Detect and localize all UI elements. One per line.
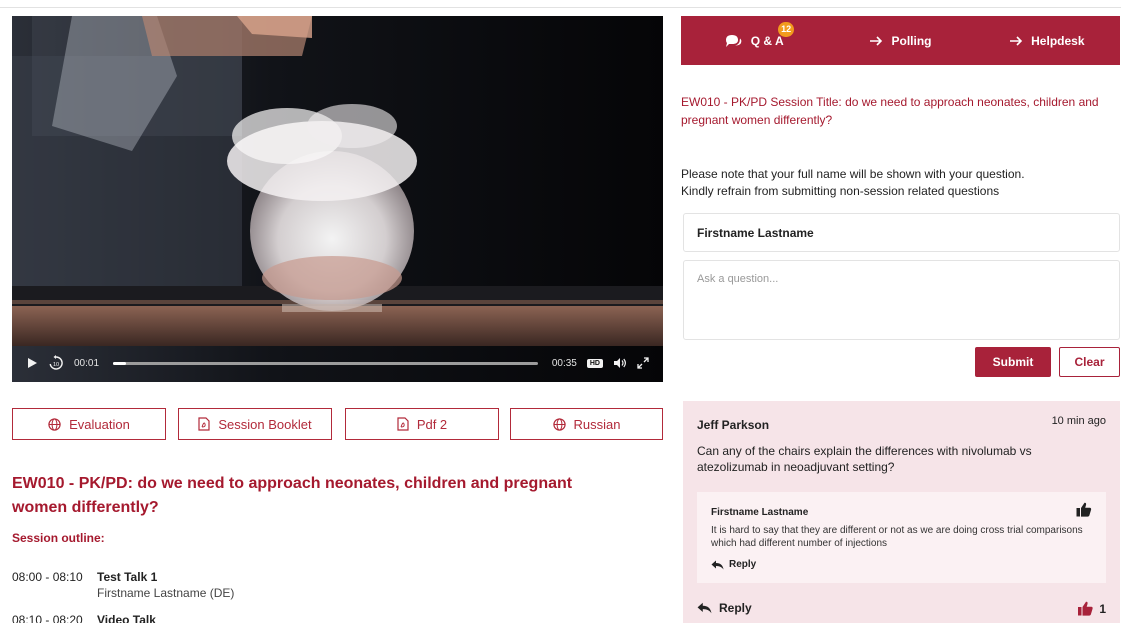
rewind-10-icon[interactable]: 10 xyxy=(48,355,64,371)
video-controls: 10 00:01 00:35 HD xyxy=(12,344,663,382)
qa-tab-bar: Q & A 12 Polling Helpdesk xyxy=(681,16,1120,65)
evaluation-label: Evaluation xyxy=(69,416,130,432)
answer-text: It is hard to say that they are differen… xyxy=(711,525,1083,549)
chat-bubbles-icon xyxy=(725,34,742,47)
video-frame xyxy=(12,16,663,382)
qa-note-line: Kindly refrain from submitting non-sessi… xyxy=(681,184,1000,198)
question-author: Jeff Parkson xyxy=(697,418,770,432)
submit-button[interactable]: Submit xyxy=(975,347,1051,377)
thumbs-up-icon[interactable] xyxy=(1076,502,1092,522)
top-divider xyxy=(0,7,1121,8)
answer-reply-label: Reply xyxy=(729,559,757,570)
current-time: 00:01 xyxy=(74,357,100,369)
arrow-right-icon xyxy=(870,35,883,46)
session-title: EW010 - PK/PD: do we need to approach ne… xyxy=(12,475,573,516)
qa-note: Please note that your full name will be … xyxy=(681,166,1111,200)
resource-buttons: Evaluation Session Booklet Pdf 2 Russian xyxy=(12,408,663,440)
question-card: Jeff Parkson 10 min ago Can any of the c… xyxy=(683,401,1120,623)
play-icon[interactable] xyxy=(26,357,38,369)
session-booklet-button[interactable]: Session Booklet xyxy=(178,408,332,440)
tab-polling-label: Polling xyxy=(891,33,932,48)
svg-text:10: 10 xyxy=(53,362,59,368)
session-booklet-label: Session Booklet xyxy=(218,416,312,432)
tab-polling[interactable]: Polling xyxy=(827,34,973,48)
arrow-right-icon xyxy=(1010,35,1023,46)
tab-helpdesk[interactable]: Helpdesk xyxy=(974,34,1120,48)
duration: 00:35 xyxy=(551,357,577,369)
video-player[interactable]: 10 00:01 00:35 HD xyxy=(12,16,663,382)
answer-card: Firstname Lastname It is hard to say tha… xyxy=(697,492,1106,583)
agenda-item: 08:00 - 08:10 Test Talk 1 Firstname Last… xyxy=(12,570,612,600)
pdf-icon xyxy=(397,417,409,431)
clear-button[interactable]: Clear xyxy=(1059,347,1120,377)
agenda-time: 08:10 - 08:20 xyxy=(12,613,83,623)
thumbs-up-icon xyxy=(1078,601,1093,616)
tab-qa-label: Q & A xyxy=(750,33,784,48)
russian-button[interactable]: Russian xyxy=(510,408,663,440)
question-reply-label: Reply xyxy=(719,601,752,615)
agenda-time: 08:00 - 08:10 xyxy=(12,570,83,584)
globe-icon xyxy=(552,417,566,431)
qa-note-line: Please note that your full name will be … xyxy=(681,167,1025,181)
agenda-title: Test Talk 1 xyxy=(97,570,158,584)
answer-author: Firstname Lastname xyxy=(711,507,809,518)
progress-fill xyxy=(113,361,126,365)
name-field[interactable] xyxy=(683,213,1120,252)
reply-icon xyxy=(711,560,724,569)
pdf-icon xyxy=(198,417,210,431)
agenda-item: 08:10 - 08:20 Video Talk xyxy=(12,613,612,623)
question-time: 10 min ago xyxy=(1051,415,1106,427)
globe-icon xyxy=(48,417,61,431)
volume-icon[interactable] xyxy=(613,357,627,369)
russian-label: Russian xyxy=(573,416,621,432)
question-like-button[interactable]: 1 xyxy=(1077,601,1106,616)
pdf-2-label: Pdf 2 xyxy=(416,416,448,432)
tab-helpdesk-label: Helpdesk xyxy=(1031,33,1085,48)
session-outline-label: Session outline: xyxy=(12,531,105,545)
question-input[interactable] xyxy=(683,260,1120,340)
tab-qa[interactable]: Q & A 12 xyxy=(681,21,827,48)
answer-reply-button[interactable]: Reply xyxy=(711,559,756,570)
reply-icon xyxy=(697,602,712,614)
question-reply-button[interactable]: Reply xyxy=(697,601,752,615)
agenda-title: Video Talk xyxy=(97,613,156,623)
qa-count-badge: 12 xyxy=(778,21,795,37)
pdf-2-button[interactable]: Pdf 2 xyxy=(345,408,499,440)
question-text: Can any of the chairs explain the differ… xyxy=(697,444,1032,474)
fullscreen-icon[interactable] xyxy=(637,357,649,369)
question-like-count: 1 xyxy=(1099,601,1106,616)
agenda-speaker: Firstname Lastname (DE) xyxy=(97,586,235,600)
hd-badge[interactable]: HD xyxy=(586,358,603,368)
qa-session-title: EW010 - PK/PD Session Title: do we need … xyxy=(681,95,1099,127)
evaluation-button[interactable]: Evaluation xyxy=(12,408,166,440)
progress-bar[interactable] xyxy=(113,361,538,365)
